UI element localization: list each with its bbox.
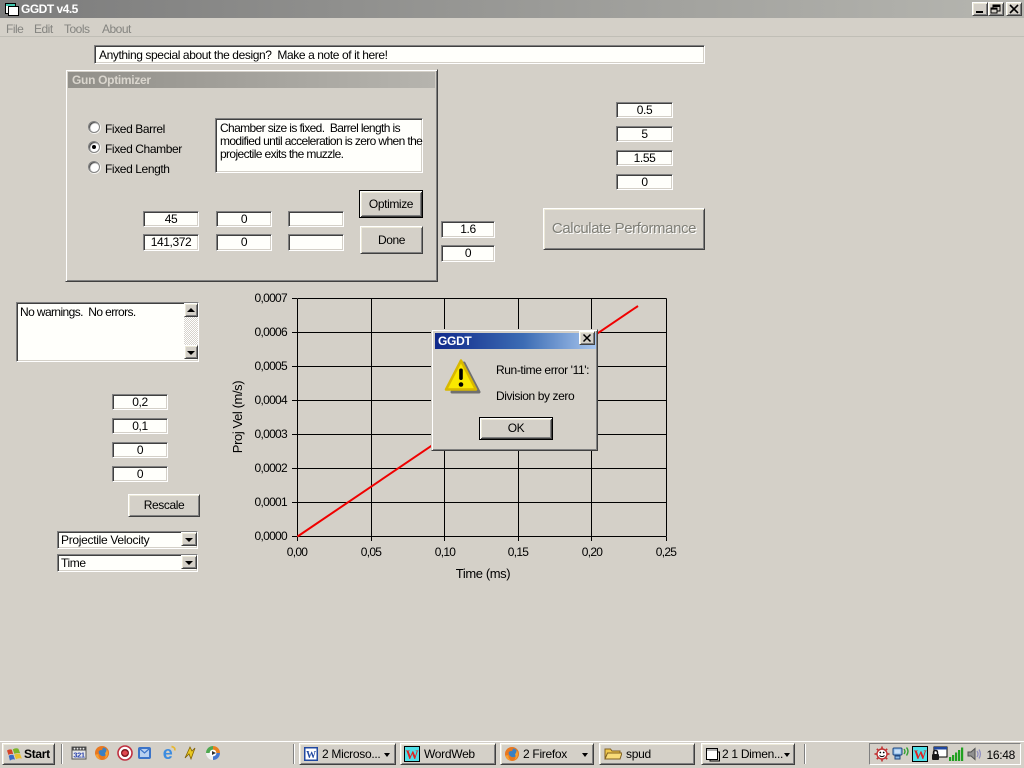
svg-text:0,0006: 0,0006: [254, 325, 288, 339]
svg-text:0,0005: 0,0005: [254, 359, 288, 373]
svg-text:0,25: 0,25: [656, 545, 678, 559]
svg-text:W: W: [306, 750, 316, 761]
svg-text:0,0004: 0,0004: [254, 393, 288, 407]
svg-text:Time (ms): Time (ms): [456, 566, 510, 581]
svg-text:0,20: 0,20: [582, 545, 604, 559]
svg-text:Proj Vel (m/s): Proj Vel (m/s): [230, 381, 245, 453]
svg-text:0,0007: 0,0007: [254, 291, 288, 305]
svg-text:0,15: 0,15: [508, 545, 530, 559]
svg-text:321: 321: [73, 751, 85, 760]
svg-text:e: e: [163, 745, 173, 761]
svg-text:0,00: 0,00: [287, 545, 309, 559]
svg-text:0,0000: 0,0000: [254, 529, 288, 543]
svg-text:0,0002: 0,0002: [254, 461, 288, 475]
svg-text:W: W: [406, 747, 419, 762]
svg-text:0,0003: 0,0003: [254, 427, 288, 441]
svg-text:W: W: [914, 747, 927, 762]
svg-text:0,10: 0,10: [435, 545, 457, 559]
svg-text:0,0001: 0,0001: [254, 495, 288, 509]
svg-text:0,05: 0,05: [361, 545, 383, 559]
